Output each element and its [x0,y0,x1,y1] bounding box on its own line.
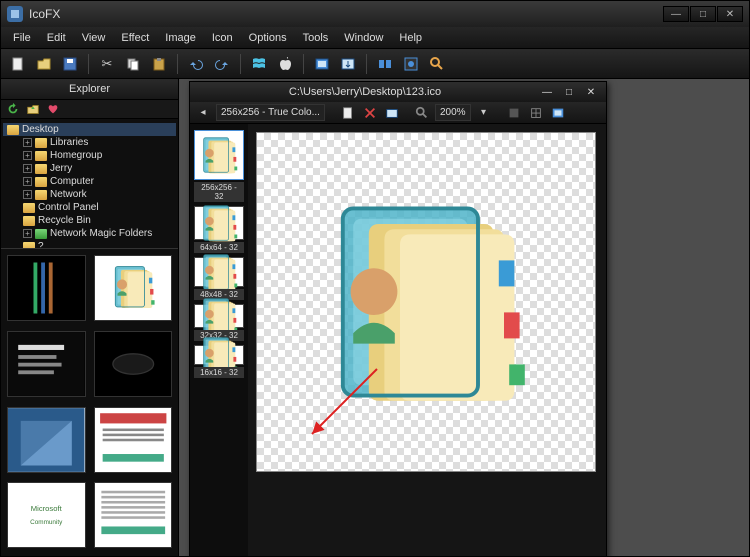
size-item-64[interactable]: 64x64 - 32 [194,206,244,253]
cut-button[interactable]: ✂ [96,53,118,75]
thumbnail[interactable] [94,482,173,548]
svg-text:Community: Community [30,519,63,526]
app-icon [7,6,23,22]
thumbnail[interactable] [94,255,173,321]
up-icon[interactable] [25,101,41,117]
editor-title-bar: C:\Users\Jerry\Desktop\123.ico — □ ✕ [190,82,606,102]
editor-toolbar: ◂ 256x256 - True Colo... 200% ▾ [190,102,606,124]
tree-node[interactable]: +Jerry [3,162,176,175]
explorer-panel: Explorer Desktop +Libraries +Homegroup +… [1,79,179,556]
title-bar: IcoFX — □ ✕ [1,1,749,27]
tree-node[interactable]: +Homegroup [3,149,176,162]
menu-tools[interactable]: Tools [295,29,337,47]
batch-button[interactable] [374,53,396,75]
new-button[interactable] [7,53,29,75]
menu-window[interactable]: Window [336,29,391,47]
format-dropdown[interactable]: 256x256 - True Colo... [216,104,325,121]
menu-effect[interactable]: Effect [113,29,157,47]
menu-view[interactable]: View [74,29,114,47]
refresh-icon[interactable] [5,101,21,117]
prev-size-icon[interactable]: ◂ [194,104,212,122]
svg-text:Microsoft: Microsoft [31,504,63,513]
copy-button[interactable] [122,53,144,75]
size-item-256[interactable]: 256x256 - 32 [194,130,244,202]
thumbnail[interactable] [94,331,173,397]
apple-icon[interactable] [274,53,296,75]
main-area: Explorer Desktop +Libraries +Homegroup +… [1,79,749,556]
tree-node[interactable]: Recycle Bin [3,214,176,227]
thumbnail[interactable]: Microsoft Community [7,482,86,548]
thumbnail[interactable] [7,407,86,473]
editor-maximize-button[interactable]: □ [560,85,578,99]
open-button[interactable] [33,53,55,75]
close-button[interactable]: ✕ [717,6,743,22]
menu-icon[interactable]: Icon [204,29,241,47]
main-toolbar: ✂ [1,49,749,79]
tree-root[interactable]: Desktop [3,123,176,136]
delete-image-icon[interactable] [361,104,379,122]
explorer-toolbar [1,99,178,119]
search-icon[interactable] [426,53,448,75]
menu-edit[interactable]: Edit [39,29,74,47]
maximize-button[interactable]: □ [690,6,716,22]
size-item-16[interactable]: 16x16 - 32 [194,345,244,378]
menu-bar: File Edit View Effect Image Icon Options… [1,27,749,49]
document-area: C:\Users\Jerry\Desktop\123.ico — □ ✕ ◂ 2… [179,79,749,556]
extract-button[interactable] [337,53,359,75]
tree-node[interactable]: ? [3,240,176,249]
menu-options[interactable]: Options [241,29,295,47]
tree-node[interactable]: +Libraries [3,136,176,149]
editor-close-button[interactable]: ✕ [582,85,600,99]
save-button[interactable] [59,53,81,75]
editor-window: C:\Users\Jerry\Desktop\123.ico — □ ✕ ◂ 2… [189,81,607,556]
paste-button[interactable] [148,53,170,75]
explorer-title: Explorer [1,79,178,99]
editor-path: C:\Users\Jerry\Desktop\123.ico [196,86,534,98]
explorer-thumbnails: Microsoft Community [1,249,178,556]
thumbnail[interactable] [7,255,86,321]
menu-help[interactable]: Help [391,29,430,47]
app-title: IcoFX [29,7,663,21]
zoom-dropdown[interactable]: 200% [435,104,471,121]
app-window: IcoFX — □ ✕ File Edit View Effect Image … [0,0,750,557]
tree-node[interactable]: +Network Magic Folders [3,227,176,240]
icon-preview [296,172,556,432]
grid-icon[interactable] [527,104,545,122]
folder-tree: Desktop +Libraries +Homegroup +Jerry +Co… [1,119,178,249]
tool-a-icon[interactable] [505,104,523,122]
windows-icon[interactable] [248,53,270,75]
thumbnail[interactable] [7,331,86,397]
menu-image[interactable]: Image [157,29,204,47]
resource-button[interactable] [400,53,422,75]
tree-node[interactable]: +Computer [3,175,176,188]
preview-icon[interactable] [549,104,567,122]
thumbnail[interactable] [94,407,173,473]
zoom-icon[interactable] [413,104,431,122]
redo-button[interactable] [211,53,233,75]
zoom-menu-icon[interactable]: ▾ [475,104,493,122]
tree-node[interactable]: Control Panel [3,201,176,214]
tree-node[interactable]: +Network [3,188,176,201]
import-image-icon[interactable] [383,104,401,122]
editor-canvas[interactable] [256,132,596,472]
editor-body: 256x256 - 32 64x64 - 32 48x48 - 32 [190,124,606,556]
editor-minimize-button[interactable]: — [538,85,556,99]
undo-button[interactable] [185,53,207,75]
favorite-icon[interactable] [45,101,61,117]
capture-button[interactable] [311,53,333,75]
minimize-button[interactable]: — [663,6,689,22]
size-strip: 256x256 - 32 64x64 - 32 48x48 - 32 [190,124,248,556]
canvas-area [248,124,606,556]
new-image-icon[interactable] [339,104,357,122]
menu-file[interactable]: File [5,29,39,47]
